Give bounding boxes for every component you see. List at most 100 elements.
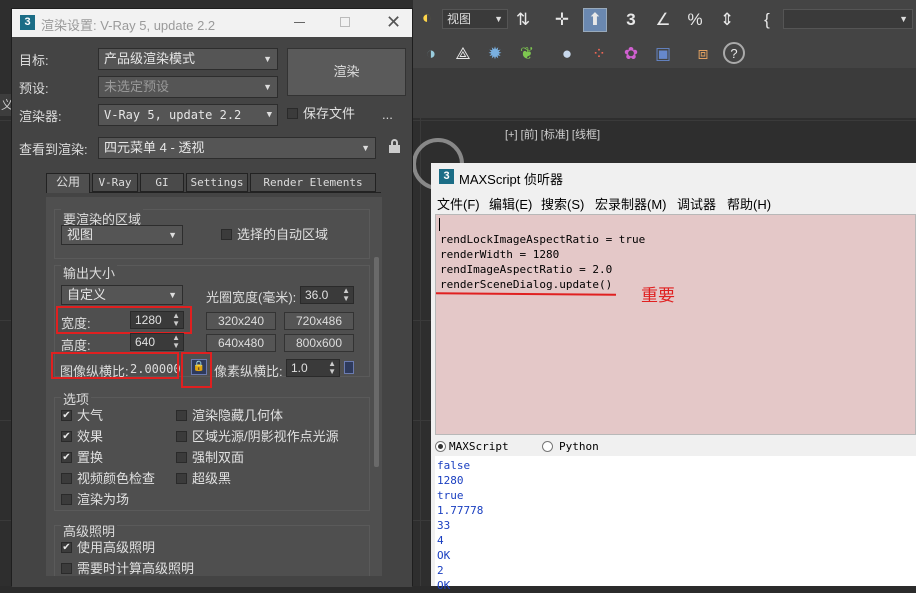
height-spinner[interactable]: 640 ▲ ▼ [130, 333, 184, 351]
snap-toggle-icon[interactable]: ◐ [415, 6, 439, 30]
option-checkbox[interactable]: 渲染为场 [61, 492, 129, 508]
menu-item[interactable]: 文件(F) [437, 194, 480, 213]
code-line: rendImageAspectRatio = 2.0 [440, 263, 613, 276]
menu-item[interactable]: 宏录制器(M) [595, 194, 667, 213]
select-arrow-icon[interactable]: ⬆ [583, 8, 607, 32]
preset-800x600-button[interactable]: 800x600 [284, 334, 354, 352]
view-to-render-dropdown[interactable]: 四元菜单 4 - 透视 ▼ [98, 137, 376, 159]
close-icon[interactable]: ✕ [386, 12, 401, 33]
tab-gi[interactable]: GI [140, 173, 184, 192]
spinner-snap-icon[interactable]: ⇕ [715, 8, 739, 32]
sphere-icon[interactable]: ● [555, 42, 579, 66]
listener-output-pane[interactable]: false 1280 true 1.77778 33 4 OK 2 OK [435, 456, 916, 592]
radio-maxscript-label: MAXScript [449, 440, 509, 453]
tab-common[interactable]: 公用 [46, 173, 90, 193]
help-icon[interactable]: ? [723, 42, 745, 64]
maximize-icon[interactable] [340, 17, 350, 27]
listener-title: MAXScript 侦听器 [459, 172, 564, 187]
menu-item[interactable]: 搜索(S) [541, 194, 584, 213]
output-preset-value: 自定义 [67, 287, 107, 302]
chevron-down-icon: ▼ [361, 143, 370, 153]
option-checkbox[interactable]: 视频颜色检查 [61, 471, 155, 487]
color-swatch-icon[interactable]: ⁘ [587, 42, 611, 66]
tab-label: 公用 [55, 175, 80, 189]
preset-720x486-button[interactable]: 720x486 [284, 312, 354, 330]
preset-320x240-button[interactable]: 320x240 [206, 312, 276, 330]
spinner-arrows-icon[interactable]: ▲ ▼ [328, 360, 336, 376]
pixel-aspect-lock-icon[interactable] [344, 361, 354, 374]
auto-region-label: 选择的自动区域 [237, 227, 329, 242]
more-button[interactable]: ... [382, 107, 393, 122]
radio-maxscript[interactable] [435, 441, 446, 452]
use-advanced-lighting-checkbox[interactable]: ✔ 使用高级照明 [61, 540, 155, 556]
move-icon[interactable]: ✛ [550, 8, 574, 32]
option-checkbox[interactable]: 超级黑 [176, 471, 231, 487]
angle-snap-icon[interactable]: ∠ [651, 8, 675, 32]
gear-icon[interactable]: ✹ [483, 42, 507, 66]
render-frame-icon[interactable]: ▣ [651, 42, 675, 66]
pixel-aspect-value: 1.0 [291, 361, 308, 375]
pivot-icon[interactable]: ⇅ [511, 8, 535, 32]
render-button[interactable]: 渲染 [287, 48, 406, 96]
aperture-spinner[interactable]: 36.0 ▲ ▼ [300, 286, 354, 304]
percent-snap-icon[interactable]: % [683, 8, 707, 32]
curve-editor-icon[interactable]: ◑ [419, 42, 443, 66]
option-label: 置换 [77, 450, 104, 465]
tab-label: GI [155, 176, 169, 189]
lock-icon[interactable] [389, 139, 400, 153]
code-line: rendLockImageAspectRatio = true [440, 233, 646, 246]
area-dropdown[interactable]: 视图 ▼ [61, 225, 183, 245]
tab-vray[interactable]: V-Ray [92, 173, 138, 192]
common-panel: 要渲染的区域 视图 ▼ 选择的自动区域 输出大小 自定义 ▼ 光圈宽度(毫米): 3… [46, 197, 382, 587]
preset-value: 未选定预设 [104, 79, 170, 94]
grass-icon[interactable]: ❦ [515, 42, 539, 66]
schematic-view-icon[interactable]: ⟁ [451, 42, 475, 66]
curly-brace-icon[interactable]: { [755, 8, 779, 32]
radio-python[interactable] [542, 441, 553, 452]
spinner-arrows-icon[interactable]: ▲ ▼ [342, 287, 350, 303]
listener-logo-icon: 3 [439, 169, 454, 184]
minimize-icon[interactable] [294, 22, 305, 23]
tab-render-elements[interactable]: Render Elements [250, 173, 376, 192]
option-checkbox[interactable]: 强制双面 [176, 450, 244, 466]
checkbox-box: ✔ [61, 542, 72, 553]
menu-item[interactable]: 编辑(E) [489, 194, 532, 213]
menu-item[interactable]: 调试器 [677, 194, 716, 213]
output-preset-dropdown[interactable]: 自定义 ▼ [61, 285, 183, 305]
spinner-arrows-icon[interactable]: ▲ ▼ [172, 334, 180, 350]
panel-scrollbar[interactable] [374, 257, 379, 467]
red-underline-annotation [435, 292, 617, 296]
render-icon[interactable]: ⧈ [691, 42, 715, 66]
highlight-box-width [56, 306, 192, 334]
chevron-down-icon: ▼ [168, 290, 177, 300]
option-checkbox[interactable]: 区域光源/阴影视作点光源 [176, 429, 339, 445]
chevron-down-icon: ▼ [263, 82, 272, 92]
highlight-box-lock [181, 352, 212, 388]
tab-bar: 公用 V-Ray GI Settings Render Elements [46, 173, 381, 193]
tab-settings[interactable]: Settings [186, 173, 248, 192]
compute-advanced-lighting-checkbox[interactable]: 需要时计算高级照明 [61, 561, 194, 577]
reference-coordinate-dropdown[interactable]: 视图 ▼ [442, 9, 508, 29]
target-dropdown[interactable]: 产品级渲染模式 ▼ [98, 48, 278, 70]
option-checkbox[interactable]: ✔ 大气 [61, 408, 103, 424]
checkbox-box [61, 473, 72, 484]
teapot-icon[interactable]: ✿ [619, 42, 643, 66]
snap-3d-icon[interactable]: 3 [619, 8, 643, 32]
compute-advanced-lighting-label: 需要时计算高级照明 [77, 561, 195, 576]
named-selection-dropdown[interactable]: ▼ [783, 9, 913, 29]
viewport-label[interactable]: [+] [前] [标准] [线框] [505, 126, 600, 142]
option-checkbox[interactable]: 渲染隐藏几何体 [176, 408, 283, 424]
preset-dropdown[interactable]: 未选定预设 ▼ [98, 76, 278, 98]
checkbox-box [176, 431, 187, 442]
option-checkbox[interactable]: ✔ 效果 [61, 429, 103, 445]
save-file-checkbox[interactable]: 保存文件 [287, 106, 355, 122]
auto-region-checkbox[interactable]: 选择的自动区域 [221, 227, 328, 243]
view-to-render-value: 四元菜单 4 - 透视 [104, 140, 205, 155]
renderer-dropdown[interactable]: V-Ray 5, update 2.2 ▼ [98, 104, 278, 126]
listener-input-pane[interactable]: rendLockImageAspectRatio = true renderWid… [435, 214, 916, 435]
output-line: 1280 [437, 474, 464, 487]
menu-item[interactable]: 帮助(H) [727, 194, 771, 213]
option-checkbox[interactable]: ✔ 置换 [61, 450, 103, 466]
pixel-aspect-spinner[interactable]: 1.0 ▲ ▼ [286, 359, 340, 377]
preset-640x480-button[interactable]: 640x480 [206, 334, 276, 352]
